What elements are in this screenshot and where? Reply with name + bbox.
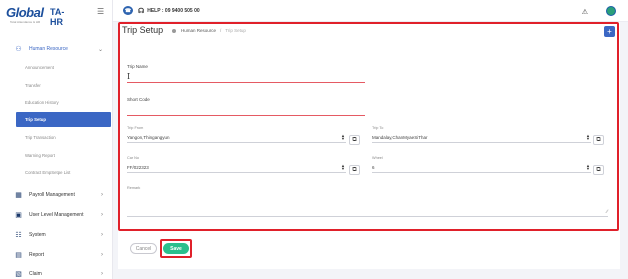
sidebar-item-label: Payroll Management	[29, 192, 75, 198]
logo-main: Global	[6, 5, 44, 20]
chevron-right-icon: ›	[101, 271, 103, 277]
copy-icon: ⧉	[352, 166, 357, 173]
report-icon: ▤	[15, 252, 22, 259]
chevron-right-icon: ›	[101, 212, 103, 218]
add-button[interactable]: +	[604, 26, 615, 37]
wheel-label: Wheel	[372, 156, 383, 160]
sidebar-item-claim[interactable]: ▧ Claim ›	[0, 266, 113, 279]
headset-icon: ☊	[138, 7, 145, 15]
plus-icon: +	[607, 27, 612, 36]
help-text: HELP : 09 9400 505 00	[147, 7, 200, 14]
select-arrows-icon: ▲ ▼	[341, 163, 345, 171]
help-line: ☎ ☊ HELP : 09 9400 505 00	[123, 6, 200, 15]
user-level-icon: ▣	[15, 212, 22, 219]
text-cursor-icon: I	[127, 72, 131, 81]
trip-to-value: Mandalay,ChanMyaeSiThar	[372, 134, 428, 140]
trip-from-select[interactable]: Yangon,Thingangyun ▲ ▼	[127, 132, 346, 143]
chevron-right-icon: ›	[101, 192, 103, 198]
logo-sub: Total Attendance & HR	[10, 20, 41, 24]
sidebar-subitem-announcement[interactable]: Announcement	[0, 60, 113, 74]
save-button[interactable]: Save	[163, 243, 189, 254]
sidebar-item-label: System	[29, 232, 46, 238]
sidebar-item-human-resource[interactable]: ⚇ Human Resource ⌄	[0, 41, 113, 57]
trip-from-action-button[interactable]: ⧉	[349, 135, 360, 145]
users-icon: ⚇	[15, 46, 22, 53]
select-arrows-icon: ▲ ▼	[586, 133, 590, 141]
resize-handle-icon[interactable]: ∕∕	[606, 209, 608, 215]
sidebar-item-label: Report	[29, 252, 45, 258]
breadcrumb: Human Resource / Trip Setup	[172, 28, 246, 33]
sidebar-subitem-trip-setup[interactable]: Trip Setup	[16, 112, 111, 127]
trip-name-input[interactable]	[127, 82, 365, 83]
remark-textarea[interactable]: ∕∕	[127, 194, 608, 217]
sidebar-subitem-education-history[interactable]: Education History	[0, 95, 113, 109]
short-code-label: Short Code	[127, 97, 150, 102]
sidebar-item-label: Human Resource	[29, 46, 68, 52]
short-code-input[interactable]	[127, 115, 365, 116]
trip-from-value: Yangon,Thingangyun	[127, 134, 170, 140]
logo-suffix: TA-HR	[50, 7, 65, 27]
chevron-right-icon: ›	[101, 232, 103, 238]
wheel-value: 6	[372, 164, 375, 170]
sidebar-subitem-contract-list[interactable]: Contract EmpSetpe List	[0, 165, 113, 179]
sidebar-item-label: Claim	[29, 271, 42, 277]
trip-to-select[interactable]: Mandalay,ChanMyaeSiThar ▲ ▼	[372, 132, 591, 143]
sidebar-subitem-label: Warning Report	[25, 152, 55, 158]
avatar[interactable]	[606, 6, 616, 16]
breadcrumb-parent[interactable]: Human Resource	[181, 28, 216, 33]
logo: Global TA-HR Total Attendance & HR	[6, 5, 76, 27]
wheel-select[interactable]: 6 ▲ ▼	[372, 162, 591, 173]
car-no-select[interactable]: FF/022323 ▲ ▼	[127, 162, 346, 173]
payroll-icon: ▦	[15, 192, 22, 199]
car-no-action-button[interactable]: ⧉	[349, 165, 360, 175]
trip-name-label: Trip Name	[127, 64, 148, 69]
sidebar-subitem-label: Education History	[25, 99, 59, 105]
sidebar-subitem-trip-transaction[interactable]: Trip Transaction	[0, 130, 113, 144]
breadcrumb-current: Trip Setup	[225, 28, 246, 33]
bell-icon[interactable]: ⚠	[582, 8, 588, 16]
car-no-value: FF/022323	[127, 164, 149, 170]
sidebar: Global TA-HR Total Attendance & HR ☰ ⚇ H…	[0, 0, 113, 279]
trip-from-label: Trip From	[127, 126, 144, 130]
sidebar-subitem-transfer[interactable]: Transfer	[0, 78, 113, 92]
copy-icon: ⧉	[352, 136, 357, 143]
copy-icon: ⧉	[596, 136, 601, 143]
sidebar-item-payroll-management[interactable]: ▦ Payroll Management ›	[0, 187, 113, 203]
sidebar-subitem-label: Contract EmpSetpe List	[25, 169, 71, 175]
sidebar-item-report[interactable]: ▤ Report ›	[0, 247, 113, 263]
sidebar-item-system[interactable]: ☷ System ›	[0, 227, 113, 243]
trip-to-label: Trip To	[372, 126, 384, 130]
sidebar-subitem-warning-report[interactable]: Warning Report	[0, 148, 113, 162]
sidebar-subitem-label: Trip Setup	[25, 117, 47, 122]
remark-label: Remark	[127, 186, 141, 190]
cancel-button[interactable]: Cancel	[130, 243, 157, 254]
breadcrumb-dot-icon	[172, 28, 176, 33]
select-arrows-icon: ▲ ▼	[341, 133, 345, 141]
car-no-label: Car No	[127, 156, 140, 160]
copy-icon: ⧉	[596, 166, 601, 173]
system-icon: ☷	[15, 232, 22, 239]
top-bar: ☎ ☊ HELP : 09 9400 505 00 ⚠	[113, 0, 628, 22]
sidebar-subitem-label: Trip Transaction	[25, 134, 56, 140]
select-arrows-icon: ▲ ▼	[586, 163, 590, 171]
menu-toggle-icon[interactable]: ☰	[97, 8, 104, 16]
sidebar-item-label: User Level Management	[29, 212, 84, 218]
wheel-action-button[interactable]: ⧉	[593, 165, 604, 175]
chevron-down-icon: ⌄	[97, 46, 103, 53]
page-title: Trip Setup	[122, 25, 164, 35]
phone-icon: ☎	[123, 6, 133, 15]
sidebar-subitem-label: Announcement	[25, 64, 54, 70]
sidebar-subitem-label: Transfer	[25, 82, 41, 88]
sidebar-item-user-level-management[interactable]: ▣ User Level Management ›	[0, 207, 113, 223]
breadcrumb-separator: /	[220, 28, 222, 33]
claim-icon: ▧	[15, 271, 22, 278]
chevron-right-icon: ›	[101, 252, 103, 258]
trip-to-action-button[interactable]: ⧉	[593, 135, 604, 145]
